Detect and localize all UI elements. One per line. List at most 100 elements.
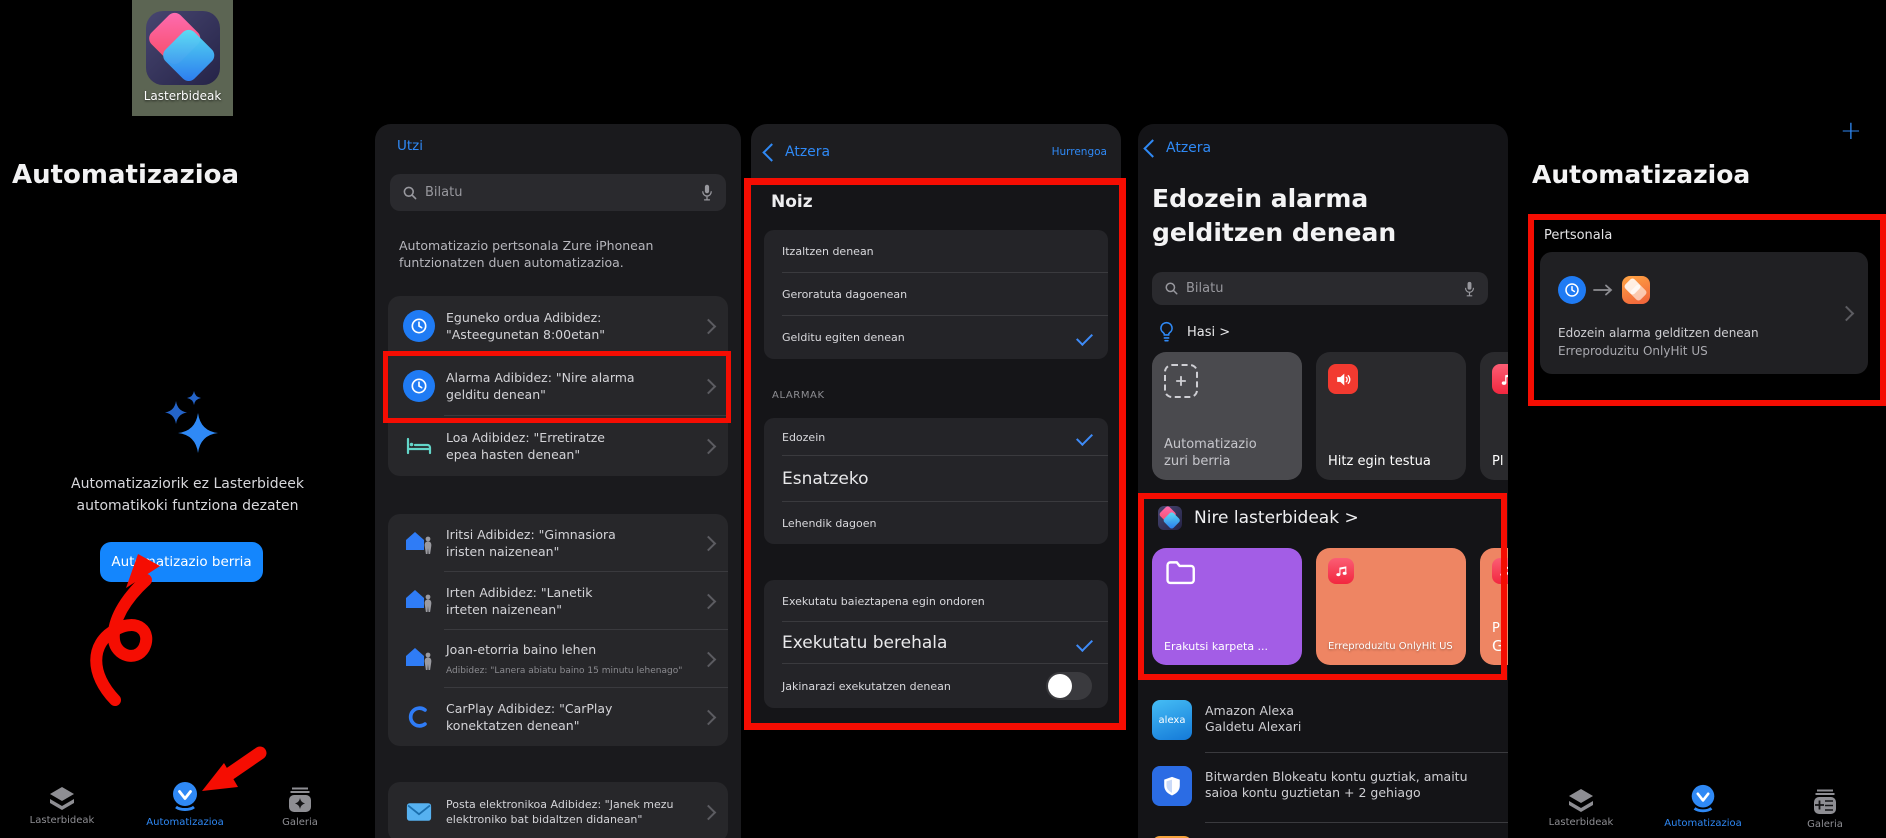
row-alarm[interactable]: Alarma Adibidez: "Nire alarmagelditu den… — [388, 356, 728, 416]
next-button[interactable]: Hurrengoa — [1052, 146, 1107, 158]
get-started-link[interactable]: Hasi > — [1158, 320, 1230, 344]
cancel-button[interactable]: Utzi — [397, 138, 423, 154]
tile-play-onlyhit[interactable]: Erreproduzitu OnlyHit US — [1316, 548, 1466, 665]
new-automation-button[interactable]: Automatizazio berria — [100, 542, 263, 582]
music-icon — [1492, 364, 1508, 394]
mic-icon[interactable] — [1463, 280, 1476, 298]
music-icon — [1328, 558, 1354, 584]
search-placeholder: Bilatu — [1186, 281, 1463, 296]
chevron-right-icon — [701, 438, 717, 454]
tile-partial-play-2[interactable]: Pl G — [1480, 548, 1508, 665]
chevron-left-icon — [1143, 139, 1161, 157]
automation-group-time: Eguneko ordua Adibidez:"Asteegunetan 8:0… — [388, 296, 728, 476]
chevron-right-icon — [701, 593, 717, 609]
desktop-app-tile[interactable]: Lasterbideak — [132, 0, 233, 116]
sheet-description: Automatizazio pertsonala Zure iPhonean f… — [399, 237, 653, 271]
option-existing[interactable]: Lehendik dagoen — [764, 502, 1108, 544]
tab-automation[interactable]: Automatizazioa — [1648, 783, 1758, 829]
sparkles-icon — [150, 385, 230, 465]
personal-section-label: Pertsonala — [1544, 228, 1612, 243]
screen-title: Edozein alarma gelditzen denean — [1152, 182, 1396, 250]
row-time-of-day[interactable]: Eguneko ordua Adibidez:"Asteegunetan 8:0… — [388, 296, 728, 356]
option-run-immediately[interactable]: Exekutatu berehala — [764, 622, 1108, 664]
clock-icon — [1558, 276, 1586, 304]
tile-new-blank-automation[interactable]: Automatizaziozuri berria — [1152, 352, 1302, 480]
speak-text-icon — [1328, 364, 1358, 394]
tab-shortcuts[interactable]: Lasterbideak — [7, 786, 117, 826]
bitwarden-shield-icon — [1152, 766, 1192, 806]
mail-icon — [402, 801, 436, 823]
option-any-alarm[interactable]: Edozein — [764, 418, 1108, 456]
shortcuts-app-icon[interactable] — [146, 11, 220, 85]
back-button[interactable]: Atzera — [765, 144, 830, 160]
tile-speak-text[interactable]: Hitz egin testua — [1316, 352, 1466, 480]
search-icon — [402, 185, 418, 201]
row-email[interactable]: Posta elektronikoa Adibidez: "Janek mezu… — [388, 782, 728, 838]
option-stopped[interactable]: Gelditu egiten denean — [764, 316, 1108, 359]
mic-icon[interactable] — [700, 183, 714, 202]
search-input[interactable]: Bilatu — [1152, 272, 1488, 305]
automation-card[interactable]: Edozein alarma gelditzen denean Erreprod… — [1540, 252, 1868, 374]
music-icon — [1492, 558, 1508, 584]
tab-gallery[interactable]: Galeria — [1770, 788, 1880, 830]
page-title: Automatizazioa — [12, 160, 239, 190]
app-icon-label: Lasterbideak — [144, 89, 222, 103]
shortcut-orange-icon — [1622, 276, 1650, 304]
clock-icon — [403, 370, 435, 402]
folder-icon — [1164, 558, 1198, 588]
layers-icon — [47, 786, 77, 812]
chevron-right-icon — [1839, 306, 1855, 322]
actions-screen: Atzera Edozein alarma gelditzen denean B… — [1138, 124, 1508, 838]
automation-card-text: Edozein alarma gelditzen denean Erreprod… — [1558, 324, 1759, 360]
tile-partial-play[interactable]: Pl — [1480, 352, 1508, 480]
tab-automation[interactable]: Automatizazioa — [130, 780, 240, 828]
row-carplay[interactable]: CarPlay Adibidez: "CarPlaykonektatzen de… — [388, 688, 728, 746]
chevron-left-icon — [762, 143, 780, 161]
option-run-after-confirm[interactable]: Exekutatu baieztapena egin ondoren — [764, 580, 1108, 622]
annotation-arrow-button — [60, 552, 280, 802]
row-books-partial[interactable]: Books — [1138, 826, 1508, 838]
row-amazon-alexa[interactable]: alexa Amazon AlexaGaldetu Alexari — [1138, 690, 1508, 752]
option-wake-up[interactable]: Esnatzeko — [764, 456, 1108, 502]
shortcuts-mini-icon — [1158, 506, 1182, 530]
bulb-icon — [1158, 320, 1175, 344]
gallery-icon — [1811, 788, 1839, 816]
my-shortcuts-header[interactable]: Nire lasterbideak > — [1158, 506, 1359, 530]
option-turned-off[interactable]: Itzaltzen denean — [764, 230, 1108, 273]
notify-toggle[interactable] — [1046, 672, 1092, 700]
checkmark-icon — [1076, 635, 1093, 652]
chevron-right-icon — [701, 651, 717, 667]
row-arrive[interactable]: Iritsi Adibidez: "Gimnasiorairisten naiz… — [388, 514, 728, 572]
back-button[interactable]: Atzera — [1146, 140, 1211, 156]
search-placeholder: Bilatu — [425, 185, 700, 200]
chevron-right-icon — [701, 535, 717, 551]
tab-gallery[interactable]: Galeria — [245, 786, 355, 828]
home-arrive-icon — [402, 530, 436, 556]
alarms-section-header: ALARMAK — [772, 390, 825, 401]
option-snoozed[interactable]: Geroratuta dagoenean — [764, 273, 1108, 316]
when-screen-topbar: Atzera Hurrengoa — [751, 124, 1121, 180]
chevron-right-icon — [701, 804, 717, 820]
tab-shortcuts[interactable]: Lasterbideak — [1526, 788, 1636, 828]
row-sleep[interactable]: Loa Adibidez: "Erretiratzeepea hasten de… — [388, 416, 728, 476]
search-input[interactable]: Bilatu — [390, 174, 726, 211]
when-screen: Noiz Itzaltzen denean Geroratuta dagoene… — [751, 180, 1121, 724]
home-commute-icon — [402, 646, 436, 672]
search-icon — [1164, 281, 1179, 296]
alexa-icon: alexa — [1152, 700, 1192, 740]
tile-show-folder[interactable]: Erakutsi karpeta ... — [1152, 548, 1302, 665]
chevron-right-icon — [701, 378, 717, 394]
chevron-right-icon — [701, 709, 717, 725]
row-bitwarden[interactable]: Bitwarden Blokeatu kontu guztiak, amaitu… — [1138, 756, 1508, 822]
add-button[interactable]: + — [1840, 116, 1862, 146]
new-automation-sheet: Utzi Bilatu Automatizazio pertsonala Zur… — [375, 124, 741, 838]
automation-icon — [1687, 783, 1719, 815]
carplay-icon — [402, 704, 436, 730]
checkmark-icon — [1076, 429, 1093, 446]
row-commute[interactable]: Joan-etorria baino lehen Adibidez: "Lane… — [388, 630, 728, 688]
layers-icon — [1566, 788, 1596, 814]
row-leave[interactable]: Irten Adibidez: "Lanetikirteten naizenea… — [388, 572, 728, 630]
option-notify-when-run[interactable]: Jakinarazi exekutatzen denean — [764, 664, 1108, 708]
chevron-right-icon — [701, 318, 717, 334]
clock-icon — [403, 310, 435, 342]
